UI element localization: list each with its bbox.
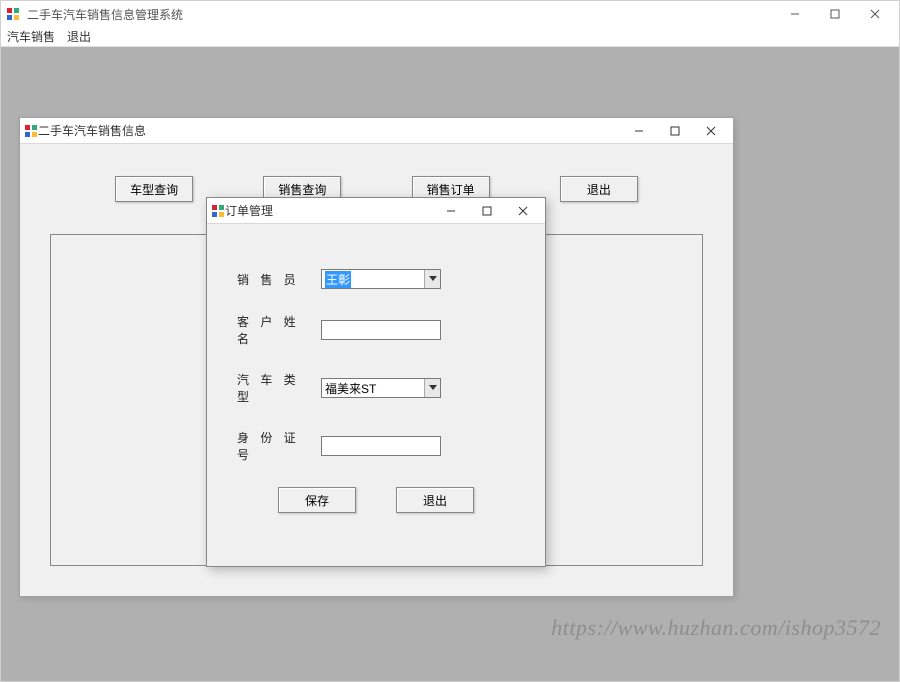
main-titlebar: 二手车汽车销售信息管理系统 (1, 1, 899, 27)
salesperson-value: 王彰 (325, 271, 351, 288)
save-button[interactable]: 保存 (278, 487, 356, 513)
customer-name-input[interactable] (321, 320, 441, 340)
child-close-button[interactable] (693, 120, 729, 142)
close-button[interactable] (855, 2, 895, 26)
label-customer: 客 户 姓 名 (237, 313, 321, 347)
mdi-client-area: 二手车汽车销售信息 车型查询 销售查询 销售订单 (1, 47, 899, 681)
main-window-controls (775, 2, 895, 26)
window-icon (24, 124, 38, 138)
order-dialog: 订单管理 销 售 员 王彰 (206, 197, 546, 567)
menu-exit[interactable]: 退出 (67, 28, 91, 45)
sales-info-titlebar: 二手车汽车销售信息 (20, 118, 733, 144)
dialog-close-button[interactable] (505, 200, 541, 222)
maximize-button[interactable] (815, 2, 855, 26)
chevron-down-icon (424, 270, 440, 288)
order-dialog-body: 销 售 员 王彰 客 户 姓 名 汽 车 类 型 福美来ST (207, 224, 545, 513)
dialog-minimize-button[interactable] (433, 200, 469, 222)
salesperson-combo[interactable]: 王彰 (321, 269, 441, 289)
exit-button[interactable]: 退出 (560, 176, 638, 202)
dialog-controls (433, 200, 541, 222)
order-dialog-title: 订单管理 (225, 202, 433, 219)
dialog-exit-button[interactable]: 退出 (396, 487, 474, 513)
label-idnum: 身 份 证 号 (237, 429, 321, 463)
sales-info-title: 二手车汽车销售信息 (38, 122, 621, 139)
dialog-button-row: 保存 退出 (237, 487, 515, 513)
dialog-icon (211, 204, 225, 218)
row-salesperson: 销 售 员 王彰 (237, 269, 515, 289)
row-customer: 客 户 姓 名 (237, 313, 515, 347)
menubar: 汽车销售 退出 (1, 27, 899, 47)
order-dialog-titlebar: 订单管理 (207, 198, 545, 224)
sales-info-controls (621, 120, 729, 142)
child-minimize-button[interactable] (621, 120, 657, 142)
dialog-maximize-button[interactable] (469, 200, 505, 222)
menu-car-sales[interactable]: 汽车销售 (7, 28, 55, 45)
minimize-button[interactable] (775, 2, 815, 26)
cartype-value: 福美来ST (325, 380, 376, 397)
label-salesperson: 销 售 员 (237, 271, 321, 288)
id-number-input[interactable] (321, 436, 441, 456)
main-window: 二手车汽车销售信息管理系统 汽车销售 退出 (0, 0, 900, 682)
child-maximize-button[interactable] (657, 120, 693, 142)
row-cartype: 汽 车 类 型 福美来ST (237, 371, 515, 405)
chevron-down-icon (424, 379, 440, 397)
app-icon (5, 6, 21, 22)
row-idnum: 身 份 证 号 (237, 429, 515, 463)
cartype-combo[interactable]: 福美来ST (321, 378, 441, 398)
model-query-button[interactable]: 车型查询 (115, 176, 193, 202)
label-cartype: 汽 车 类 型 (237, 371, 321, 405)
main-title: 二手车汽车销售信息管理系统 (27, 6, 775, 23)
